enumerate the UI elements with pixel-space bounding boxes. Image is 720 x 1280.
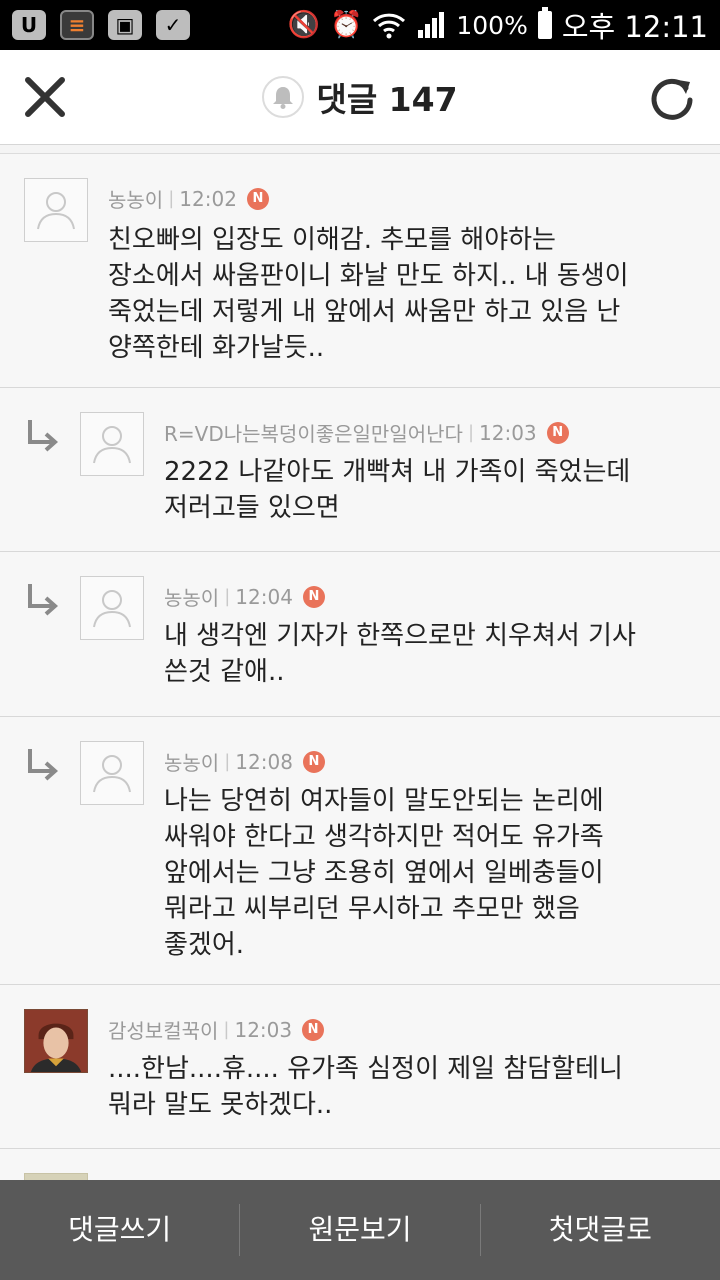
default-user-icon <box>93 590 131 628</box>
avatar[interactable] <box>80 412 144 476</box>
battery-icon <box>537 7 552 39</box>
reply-arrow-icon <box>28 584 59 616</box>
avatar[interactable] <box>24 1009 88 1073</box>
mute-icon: 🔇 <box>287 10 320 40</box>
default-user-icon <box>93 755 131 793</box>
clipboard-icon: ✓ <box>156 10 190 40</box>
reply-item: 농농이 | 12:08 N 나는 당연히 여자들이 말도안되는 논리에 싸워야 … <box>0 717 720 985</box>
default-user-icon <box>37 192 75 230</box>
comment-text: 내 생각엔 기자가 한쪽으로만 치우쳐서 기사 쓴것 같애.. <box>164 621 636 687</box>
wifi-icon <box>373 13 406 39</box>
view-original-button[interactable]: 원문보기 <box>240 1180 479 1280</box>
comment-time: 12:03 <box>479 420 537 445</box>
comment-text: 나는 당연히 여자들이 말도안되는 논리에 싸워야 한다고 생각하지만 적어도 … <box>164 786 604 960</box>
comment-meta: R=VD나는복덩이좋은일만일어난다 | 12:03 N <box>164 418 569 447</box>
comment-time: 12:03 <box>234 1017 293 1042</box>
close-button[interactable] <box>22 74 68 120</box>
alarm-icon: ⏰ <box>329 10 363 40</box>
new-badge: N <box>302 750 325 773</box>
close-icon <box>25 77 65 117</box>
comment-text: 친오빠의 입장도 이해감. 추모를 해야하는 장소에서 싸움판이니 화날 만도 … <box>108 225 629 363</box>
refresh-icon <box>651 78 693 120</box>
clock: 오후 12:11 <box>561 10 708 44</box>
status-bar: U ≡ ▣ ✓ 🔇 ⏰ 100% 오후 12:11 <box>0 0 720 50</box>
author-name[interactable]: 농농이 <box>164 582 219 611</box>
comment-time: 12:08 <box>235 749 293 774</box>
author-name[interactable]: R=VD나는복덩이좋은일만일어난다 <box>164 418 463 447</box>
author-name[interactable]: 농농이 <box>164 747 219 776</box>
reply-arrow-icon <box>28 749 59 781</box>
avatar[interactable] <box>80 741 144 805</box>
write-comment-button[interactable]: 댓글쓰기 <box>0 1180 239 1280</box>
signal-icon <box>418 12 445 38</box>
avatar[interactable] <box>24 1173 88 1180</box>
comment-meta: 농농이 | 12:08 N <box>164 747 325 776</box>
header-title-group: 댓글 147 <box>262 73 458 121</box>
new-badge: N <box>302 1018 325 1041</box>
author-name[interactable]: 농농이 <box>108 184 163 213</box>
avatar[interactable] <box>24 178 88 242</box>
user-photo-icon <box>25 1010 87 1072</box>
default-user-icon <box>93 426 131 464</box>
reply-item: 농농이 | 12:04 N 내 생각엔 기자가 한쪽으로만 치우쳐서 기사 쓴것… <box>0 552 720 717</box>
comment-time: 12:02 <box>179 186 237 211</box>
reply-arrow-icon <box>28 420 59 452</box>
avatar[interactable] <box>80 576 144 640</box>
u-plus-app-icon: U <box>12 10 46 40</box>
comment-time: 12:04 <box>235 584 293 609</box>
notes-app-icon: ≡ <box>60 10 94 40</box>
comment-meta: 농농이 | 12:02 N <box>108 184 269 213</box>
comment-item: 농농이 | 12:02 N 친오빠의 입장도 이해감. 추모를 해야하는 장소에… <box>0 154 720 388</box>
battery-percent: 100% <box>456 10 528 40</box>
notification-toggle[interactable] <box>262 76 305 118</box>
new-badge: N <box>546 421 569 444</box>
comment-text: 2222 나같아도 개빡쳐 내 가족이 죽었는데 저러고들 있으면 <box>164 457 631 523</box>
new-badge: N <box>246 187 269 210</box>
comments-header: 댓글 147 <box>0 50 720 145</box>
bottom-action-bar: 댓글쓰기 원문보기 첫댓글로 <box>0 1180 720 1280</box>
comment-list[interactable]: 농농이 | 12:02 N 친오빠의 입장도 이해감. 추모를 해야하는 장소에… <box>0 153 720 1180</box>
page-title: 댓글 147 <box>316 80 458 119</box>
refresh-button[interactable] <box>646 72 698 124</box>
comment-item: 감성보컬꾹이 | 12:03 N ....한남....휴.... 유가족 심정이… <box>0 985 720 1149</box>
comment-item-partial <box>0 1149 720 1180</box>
comment-meta: 감성보컬꾹이 | 12:03 N <box>108 1015 325 1044</box>
comment-text: ....한남....휴.... 유가족 심정이 제일 참담할테니 뭐라 말도 못… <box>108 1054 623 1120</box>
reply-item: R=VD나는복덩이좋은일만일어난다 | 12:03 N 2222 나같아도 개빡… <box>0 388 720 552</box>
comment-meta: 농농이 | 12:04 N <box>164 582 325 611</box>
bell-icon <box>273 87 294 109</box>
first-comment-button[interactable]: 첫댓글로 <box>481 1180 720 1280</box>
gallery-icon: ▣ <box>108 10 142 40</box>
new-badge: N <box>302 585 325 608</box>
author-name[interactable]: 감성보컬꾹이 <box>108 1015 218 1044</box>
